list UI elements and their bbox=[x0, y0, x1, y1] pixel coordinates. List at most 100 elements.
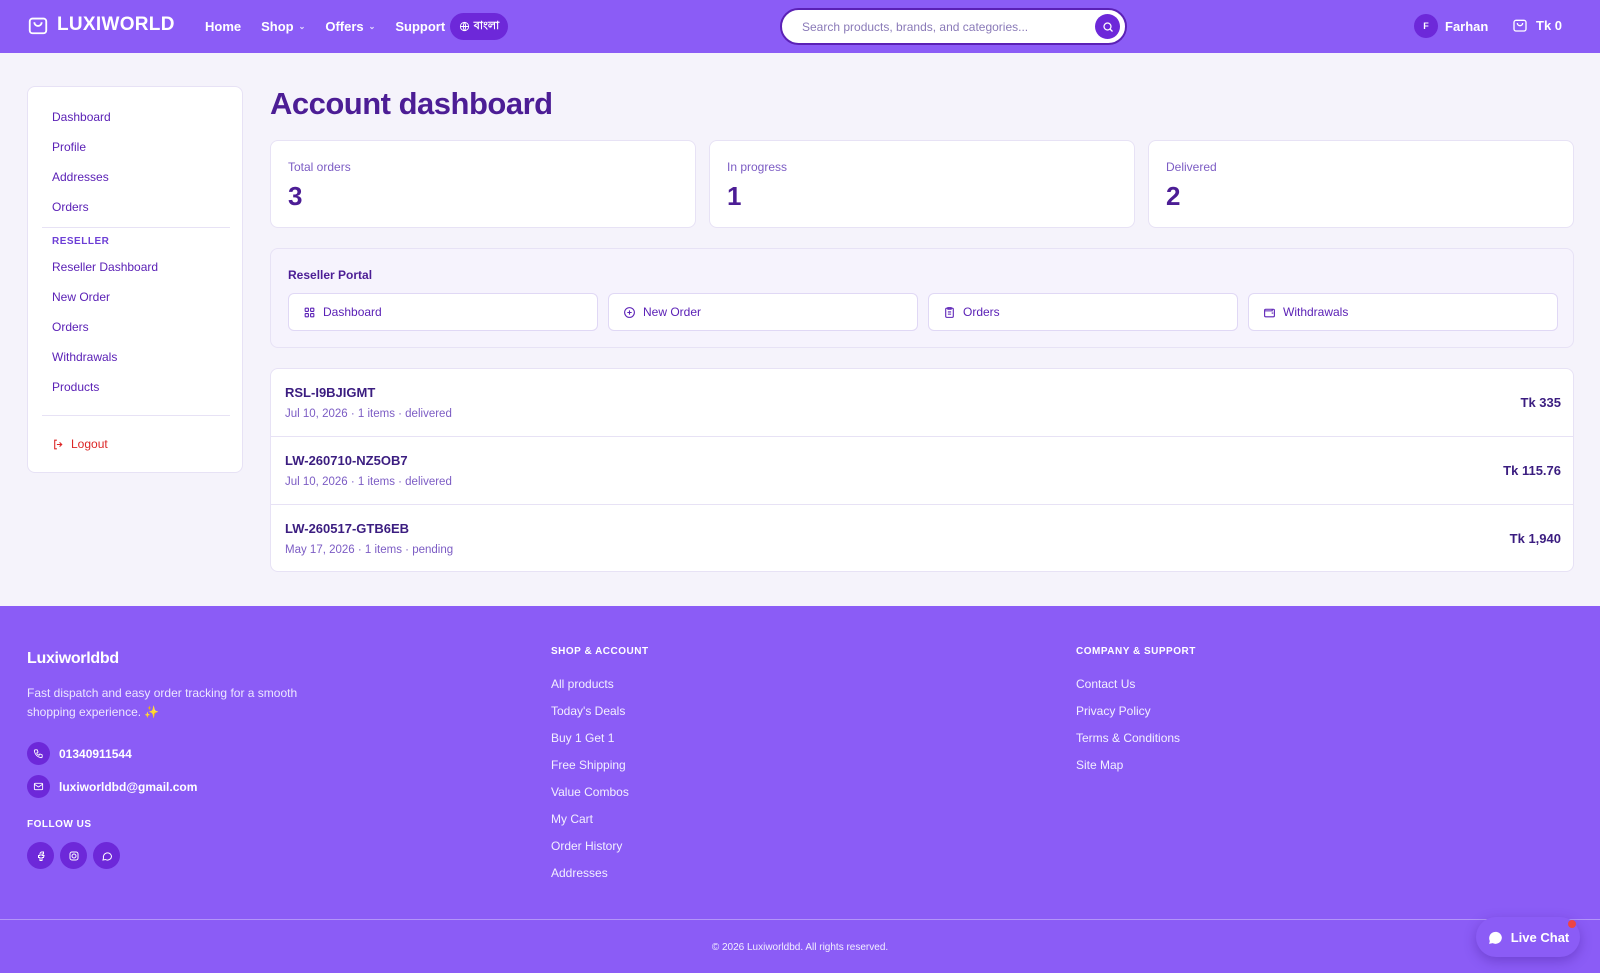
footer-link-privacy[interactable]: Privacy Policy bbox=[1076, 704, 1151, 718]
logo[interactable]: LUXIWORLD bbox=[27, 14, 175, 36]
sidebar-item-withdrawals[interactable]: Withdrawals bbox=[52, 350, 117, 364]
account-sidebar: Dashboard Profile Addresses Orders RESEL… bbox=[27, 86, 243, 473]
mail-icon bbox=[27, 775, 50, 798]
nav-home-label: Home bbox=[205, 19, 242, 34]
order-meta: Jul 10, 2026 · 1 items · delivered bbox=[285, 408, 452, 420]
chat-bubble-icon[interactable] bbox=[93, 842, 120, 869]
cart-icon bbox=[1513, 19, 1527, 32]
logout-icon bbox=[54, 439, 63, 449]
logout-label: Logout bbox=[71, 437, 108, 451]
page-title: Account dashboard bbox=[270, 86, 553, 121]
order-total: Tk 335 bbox=[1520, 395, 1561, 410]
stat-label: Total orders bbox=[288, 160, 351, 174]
wallet-icon bbox=[1264, 308, 1275, 317]
footer-company-heading: COMPANY & SUPPORT bbox=[1076, 646, 1196, 657]
sidebar-item-reseller-dashboard[interactable]: Reseller Dashboard bbox=[52, 260, 158, 274]
footer-link-sitemap[interactable]: Site Map bbox=[1076, 758, 1123, 772]
portal-orders-button[interactable]: Orders bbox=[928, 293, 1238, 331]
live-chat-button[interactable]: Live Chat bbox=[1476, 917, 1580, 957]
sidebar-item-orders[interactable]: Orders bbox=[52, 200, 89, 214]
top-navbar: LUXIWORLD Home Shop ⌄ Offers ⌄ Support বাং… bbox=[0, 0, 1600, 53]
order-id: RSL-I9BJIGMT bbox=[285, 385, 376, 400]
stat-label: Delivered bbox=[1166, 160, 1217, 174]
avatar: F bbox=[1414, 14, 1438, 38]
footer: Luxiworldbd Fast dispatch and easy order… bbox=[0, 606, 1600, 973]
nav-shop-label: Shop bbox=[261, 19, 294, 34]
reseller-portal: Reseller Portal Dashboard New Order Orde… bbox=[270, 248, 1574, 348]
chat-bubble-icon bbox=[1488, 931, 1502, 944]
order-total: Tk 115.76 bbox=[1503, 463, 1561, 478]
phone-icon bbox=[27, 742, 50, 765]
footer-tagline: Fast dispatch and easy order tracking fo… bbox=[27, 686, 298, 719]
sidebar-item-addresses[interactable]: Addresses bbox=[52, 170, 109, 184]
footer-divider bbox=[0, 919, 1600, 920]
sidebar-item-profile[interactable]: Profile bbox=[52, 140, 86, 154]
sidebar-item-products[interactable]: Products bbox=[52, 380, 99, 394]
list-item[interactable]: RSL-I9BJIGMT Jul 10, 2026 · 1 items · de… bbox=[271, 369, 1573, 437]
facebook-icon[interactable] bbox=[27, 842, 54, 869]
chevron-down-icon: ⌄ bbox=[368, 22, 376, 31]
portal-withdrawals-button[interactable]: Withdrawals bbox=[1248, 293, 1558, 331]
footer-link-value-combos[interactable]: Value Combos bbox=[551, 785, 629, 799]
follow-heading: FOLLOW US bbox=[27, 819, 92, 830]
search-bar bbox=[780, 8, 1127, 45]
nav-shop[interactable]: Shop ⌄ bbox=[261, 19, 305, 34]
footer-link-todays-deals[interactable]: Today's Deals bbox=[551, 704, 625, 718]
order-meta: Jul 10, 2026 · 1 items · delivered bbox=[285, 476, 452, 488]
language-label: বাংলা bbox=[473, 20, 500, 32]
live-chat-label: Live Chat bbox=[1510, 929, 1570, 945]
main-nav: Home Shop ⌄ Offers ⌄ Support bbox=[205, 0, 465, 53]
logout-button[interactable]: Logout bbox=[52, 437, 108, 451]
sidebar-item-reseller-orders[interactable]: Orders bbox=[52, 320, 89, 334]
portal-button-label: New Order bbox=[643, 305, 702, 319]
recent-orders-list: RSL-I9BJIGMT Jul 10, 2026 · 1 items · de… bbox=[270, 368, 1574, 572]
search-button[interactable] bbox=[1095, 14, 1120, 39]
logo-text: LUXIWORLD bbox=[57, 14, 175, 35]
plus-circle-icon bbox=[624, 306, 635, 318]
sidebar-item-new-order[interactable]: New Order bbox=[52, 290, 110, 304]
footer-link-addresses[interactable]: Addresses bbox=[551, 866, 608, 880]
portal-new-order-button[interactable]: New Order bbox=[608, 293, 918, 331]
footer-brand: Luxiworldbd bbox=[27, 650, 119, 667]
stat-value: 1 bbox=[727, 181, 742, 211]
footer-link-order-history[interactable]: Order History bbox=[551, 839, 622, 853]
footer-link-free-shipping[interactable]: Free Shipping bbox=[551, 758, 626, 772]
notification-dot bbox=[1568, 920, 1576, 928]
portal-button-label: Withdrawals bbox=[1283, 305, 1349, 319]
nav-offers[interactable]: Offers ⌄ bbox=[325, 19, 375, 34]
footer-link-buy1get1[interactable]: Buy 1 Get 1 bbox=[551, 731, 614, 745]
language-toggle-button[interactable]: বাংলা bbox=[450, 13, 508, 40]
footer-link-my-cart[interactable]: My Cart bbox=[551, 812, 593, 826]
user-menu[interactable]: F Farhan bbox=[1414, 14, 1488, 38]
footer-link-terms[interactable]: Terms & Conditions bbox=[1076, 731, 1180, 745]
portal-button-label: Dashboard bbox=[323, 305, 382, 319]
instagram-icon[interactable] bbox=[60, 842, 87, 869]
clipboard-icon bbox=[945, 306, 954, 318]
stat-value: 2 bbox=[1166, 181, 1181, 211]
footer-link-all-products[interactable]: All products bbox=[551, 677, 614, 691]
copyright: © 2026 Luxiworldbd. All rights reserved. bbox=[711, 942, 889, 953]
list-item[interactable]: LW-260517-GTB6EB May 17, 2026 · 1 items … bbox=[271, 505, 1573, 571]
shopping-bag-icon bbox=[28, 17, 48, 35]
order-id: LW-260517-GTB6EB bbox=[285, 521, 410, 536]
grid-icon bbox=[304, 307, 315, 317]
order-meta: May 17, 2026 · 1 items · pending bbox=[285, 544, 454, 556]
nav-offers-label: Offers bbox=[325, 19, 364, 34]
footer-link-contact[interactable]: Contact Us bbox=[1076, 677, 1135, 691]
sidebar-item-dashboard[interactable]: Dashboard bbox=[52, 110, 111, 124]
nav-home[interactable]: Home bbox=[205, 19, 241, 34]
nav-support[interactable]: Support bbox=[395, 19, 445, 34]
search-input[interactable] bbox=[802, 19, 1102, 34]
order-id: LW-260710-NZ5OB7 bbox=[285, 453, 408, 468]
portal-dashboard-button[interactable]: Dashboard bbox=[288, 293, 598, 331]
footer-phone[interactable]: 01340911544 bbox=[27, 742, 132, 765]
stat-value: 3 bbox=[288, 181, 303, 211]
footer-shop-heading: SHOP & ACCOUNT bbox=[551, 646, 649, 657]
order-total: Tk 1,940 bbox=[1509, 531, 1561, 546]
reseller-portal-title: Reseller Portal bbox=[288, 268, 373, 282]
list-item[interactable]: LW-260710-NZ5OB7 Jul 10, 2026 · 1 items … bbox=[271, 437, 1573, 505]
stat-label: In progress bbox=[727, 160, 788, 174]
footer-email[interactable]: luxiworldbd@gmail.com bbox=[27, 775, 197, 798]
cart-button[interactable]: Tk 0 bbox=[1512, 17, 1562, 33]
stat-card-total-orders: Total orders 3 bbox=[270, 140, 696, 228]
